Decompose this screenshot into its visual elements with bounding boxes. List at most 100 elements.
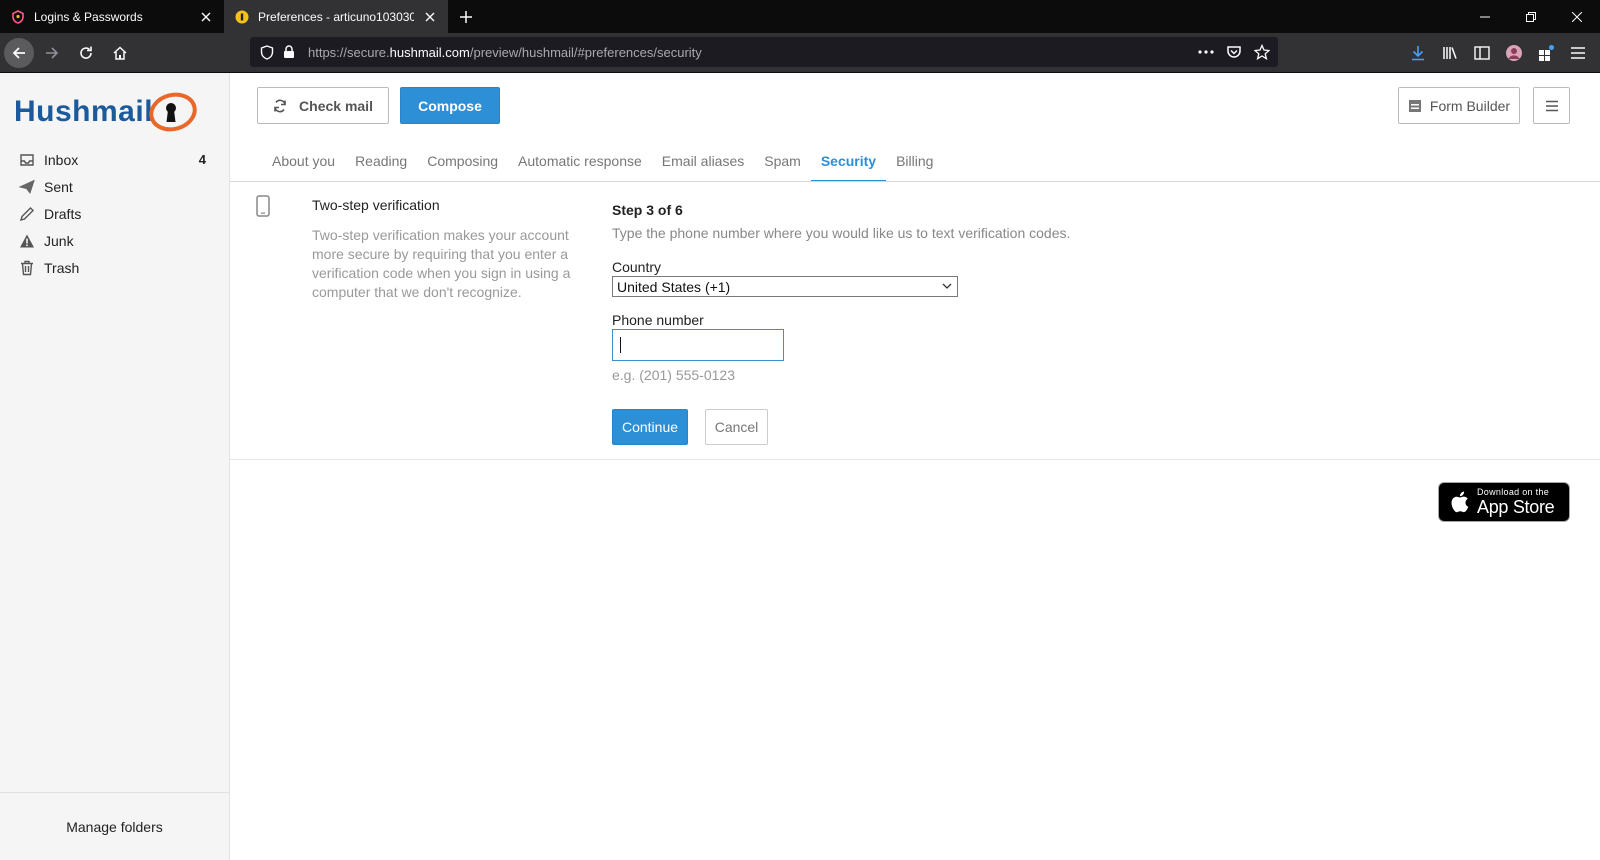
- tabs-divider: [230, 181, 1600, 182]
- browser-tab-bar: Logins & Passwords Preferences - articun…: [0, 0, 1600, 33]
- library-icon[interactable]: [1436, 37, 1464, 69]
- apple-logo-icon: [1451, 491, 1469, 513]
- bookmark-star-icon[interactable]: [1252, 42, 1272, 62]
- new-tab-button[interactable]: [448, 0, 484, 33]
- refresh-icon: [274, 99, 286, 112]
- folder-trash[interactable]: Trash: [18, 254, 214, 281]
- shield-icon[interactable]: [258, 43, 276, 61]
- folder-name: Trash: [44, 259, 80, 276]
- form-builder-label: Form Builder: [1429, 97, 1511, 114]
- inbox-icon: [18, 151, 36, 169]
- cancel-button[interactable]: Cancel: [705, 409, 768, 445]
- manage-folders-link[interactable]: Manage folders: [0, 792, 229, 860]
- home-icon: [113, 45, 127, 60]
- forward-button[interactable]: [36, 37, 68, 69]
- download-icon[interactable]: [1404, 37, 1432, 69]
- tab-spam[interactable]: Spam: [754, 141, 811, 181]
- paper-plane-icon: [18, 178, 36, 196]
- chevron-down-icon: [942, 283, 952, 289]
- arrow-left-icon: [12, 46, 25, 59]
- browser-toolbar-right: [1404, 37, 1592, 69]
- home-button[interactable]: [104, 37, 136, 69]
- minimize-icon[interactable]: [1462, 0, 1508, 33]
- account-avatar-icon[interactable]: [1500, 37, 1528, 69]
- arrow-right-icon: [46, 46, 59, 59]
- folder-junk[interactable]: Junk: [18, 227, 214, 254]
- folder-inbox[interactable]: Inbox 4: [18, 146, 214, 173]
- app-store-small-text: Download on the: [1477, 487, 1550, 497]
- close-icon[interactable]: [198, 9, 214, 25]
- folder-name: Inbox: [44, 151, 79, 168]
- reload-button[interactable]: [70, 37, 102, 69]
- tab-reading[interactable]: Reading: [345, 141, 417, 181]
- hushmail-logo[interactable]: Hushmail: [14, 87, 197, 137]
- tab-composing[interactable]: Composing: [417, 141, 508, 181]
- form-builder-button[interactable]: Form Builder: [1398, 87, 1520, 124]
- reload-icon: [80, 46, 92, 59]
- plus-icon: [460, 10, 472, 23]
- preferences-tabs: About you Reading Composing Automatic re…: [262, 141, 943, 182]
- step-instruction: Type the phone number where you would li…: [612, 225, 1071, 241]
- browser-tab-title: Logins & Passwords: [34, 9, 143, 24]
- section-description: Two-step verification makes your account…: [312, 227, 571, 300]
- country-label: Country: [612, 259, 662, 275]
- tab-automatic-response[interactable]: Automatic response: [508, 141, 652, 181]
- country-select[interactable]: United States (+1): [612, 276, 958, 297]
- section-title: Two-step verification: [312, 197, 440, 213]
- pencil-icon: [18, 205, 36, 223]
- folder-name: Junk: [44, 232, 74, 249]
- app-store-big-text: App Store: [1477, 497, 1555, 517]
- app-store-badge[interactable]: Download on the App Store: [1438, 482, 1570, 522]
- step-indicator: Step 3 of 6: [612, 202, 683, 218]
- url-text: https://secure.hushmail.com/preview/hush…: [308, 44, 702, 60]
- browser-tab-logins[interactable]: Logins & Passwords: [0, 0, 224, 33]
- hamburger-icon: [1545, 100, 1558, 111]
- phone-number-input[interactable]: [612, 329, 784, 361]
- pocket-icon[interactable]: [1224, 42, 1244, 62]
- main-content: Check mail Compose Form Builder About yo…: [230, 73, 1600, 860]
- country-select-value: United States (+1): [617, 278, 731, 295]
- close-icon[interactable]: [422, 9, 438, 25]
- trash-icon: [18, 259, 36, 277]
- tab-security[interactable]: Security: [810, 141, 887, 182]
- warning-icon: [18, 232, 36, 250]
- extensions-icon[interactable]: [1532, 37, 1560, 69]
- browser-tab-preferences[interactable]: Preferences - articuno1030301(: [224, 0, 448, 33]
- hamburger-menu-icon[interactable]: [1564, 37, 1592, 69]
- continue-button[interactable]: Continue: [612, 409, 688, 445]
- url-bar[interactable]: https://secure.hushmail.com/preview/hush…: [250, 37, 1278, 67]
- lock-icon[interactable]: [280, 43, 298, 61]
- phone-number-hint: e.g. (201) 555-0123: [612, 367, 735, 383]
- lockwise-icon: [10, 9, 26, 25]
- tab-about-you[interactable]: About you: [262, 141, 345, 181]
- content-divider: [230, 459, 1600, 460]
- window-controls: [1462, 0, 1600, 33]
- menu-button[interactable]: [1533, 87, 1570, 124]
- sidebar: Hushmail Inbox 4 Sent Drafts Junk Trash: [0, 73, 230, 860]
- logo-text: Hushmail: [14, 95, 154, 128]
- compose-button[interactable]: Compose: [400, 87, 500, 124]
- browser-nav-bar: https://secure.hushmail.com/preview/hush…: [0, 33, 1600, 73]
- unread-count: 4: [198, 152, 206, 167]
- phone-number-label: Phone number: [612, 312, 704, 328]
- folder-name: Sent: [44, 178, 73, 195]
- folder-drafts[interactable]: Drafts: [18, 200, 214, 227]
- text-caret: [620, 337, 621, 353]
- folder-name: Drafts: [44, 205, 82, 222]
- form-icon: [1408, 99, 1421, 112]
- sidebar-toggle-icon[interactable]: [1468, 37, 1496, 69]
- tab-email-aliases[interactable]: Email aliases: [652, 141, 754, 181]
- keyhole-logo-icon: [149, 92, 197, 132]
- window-close-icon[interactable]: [1554, 0, 1600, 33]
- hushmail-favicon-icon: [234, 9, 250, 25]
- mobile-phone-icon: [256, 195, 270, 217]
- browser-tab-title: Preferences - articuno1030301(: [258, 9, 414, 24]
- check-mail-button[interactable]: Check mail: [257, 87, 389, 124]
- restore-icon[interactable]: [1508, 0, 1554, 33]
- folder-list: Inbox 4 Sent Drafts Junk Trash: [18, 146, 214, 281]
- tab-billing[interactable]: Billing: [886, 141, 943, 181]
- back-button[interactable]: [4, 37, 34, 68]
- check-mail-label: Check mail: [299, 97, 373, 114]
- folder-sent[interactable]: Sent: [18, 173, 214, 200]
- more-actions-icon[interactable]: [1196, 42, 1216, 62]
